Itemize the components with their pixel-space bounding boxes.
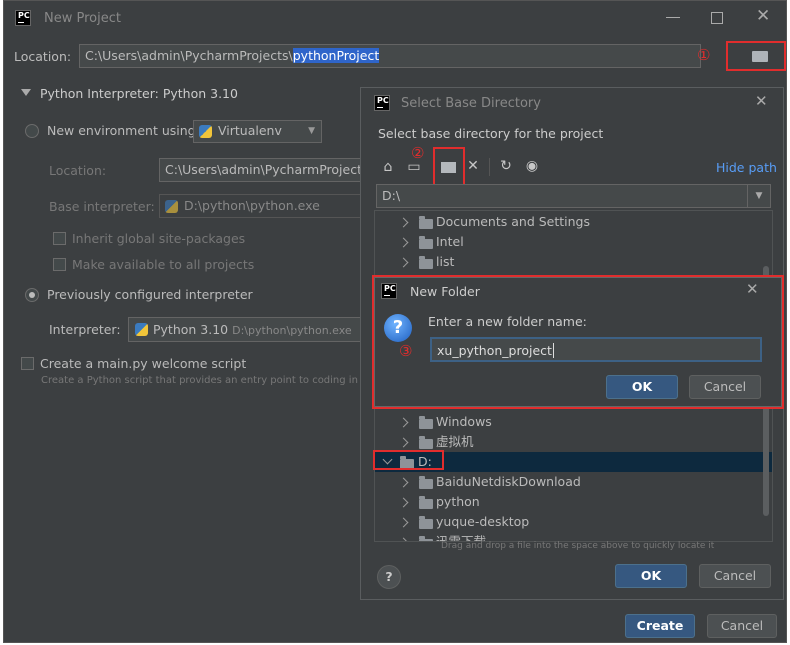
highlight-new-folder-dialog [372, 275, 784, 409]
location-prefix: C:\Users\admin\PycharmProjects\ [85, 48, 293, 63]
highlight-drive-d [373, 450, 444, 470]
new-env-radio[interactable] [25, 124, 39, 138]
pycharm-logo: PC [15, 10, 31, 26]
maximize-icon[interactable] [711, 12, 723, 24]
env-tool-value: Virtualenv [218, 123, 282, 138]
tree-item-label: Intel [436, 234, 464, 249]
inherit-checkbox[interactable] [53, 232, 66, 245]
tree-item[interactable]: yuque-desktop [375, 512, 772, 532]
tree-item[interactable]: python [375, 492, 772, 512]
show-hidden-icon[interactable]: ◉ [524, 158, 540, 174]
chevron-down-icon: ▼ [308, 126, 315, 136]
tree-item[interactable]: Intel [375, 232, 772, 252]
folder-icon [419, 416, 433, 429]
create-main-label: Create a main.py welcome script [40, 356, 247, 371]
base-interp-value: D:\python\python.exe [184, 198, 320, 213]
path-field[interactable]: D:\ ▼ [376, 184, 771, 208]
tree-item[interactable]: 虚拟机 [375, 432, 772, 452]
tree-item-label: python [436, 494, 480, 509]
folder-icon [419, 436, 433, 449]
window-title: New Project [44, 11, 121, 26]
folder-icon [419, 216, 433, 229]
chevron-right-icon [398, 257, 409, 268]
select-dir-ok-button[interactable]: OK [615, 564, 687, 588]
folder-icon [419, 496, 433, 509]
tree-item[interactable]: BaiduNetdiskDownload [375, 472, 772, 492]
tree-item-label: yuque-desktop [436, 514, 530, 529]
select-dir-description: Select base directory for the project [378, 126, 604, 141]
help-icon[interactable]: ? [377, 565, 401, 589]
section-expand-icon[interactable] [21, 89, 31, 96]
location-field[interactable]: C:\Users\admin\PycharmProjects\pythonPro… [79, 44, 701, 68]
chevron-down-icon[interactable]: ▼ [747, 185, 770, 207]
close-icon[interactable]: ✕ [755, 92, 768, 110]
chevron-right-icon [398, 517, 409, 528]
browse-folder-icon[interactable] [752, 51, 768, 62]
chevron-right-icon [398, 537, 409, 541]
interpreter-select[interactable]: Python 3.10 D:\python\python.exe [128, 317, 364, 342]
minimize-icon[interactable] [666, 17, 680, 18]
annotation-1: ① [697, 46, 711, 64]
new-folder-icon[interactable] [441, 162, 456, 173]
env-tool-select[interactable]: Virtualenv ▼ [193, 120, 322, 143]
inherit-label: Inherit global site-packages [72, 231, 246, 246]
close-icon[interactable]: ✕ [756, 6, 770, 26]
make-available-checkbox[interactable] [53, 258, 66, 271]
create-main-description: Create a Python script that provides an … [41, 375, 363, 386]
chevron-right-icon [398, 437, 409, 448]
folder-icon [419, 516, 433, 529]
folder-icon [419, 536, 433, 541]
location-label: Location: [14, 49, 72, 64]
refresh-icon[interactable]: ↻ [498, 158, 514, 174]
folder-icon [419, 256, 433, 269]
python-icon [199, 125, 212, 138]
python-icon [135, 323, 148, 336]
base-interp-label: Base interpreter: [49, 199, 155, 214]
chevron-right-icon [398, 217, 409, 228]
hide-path-link[interactable]: Hide path [716, 160, 777, 175]
tree-item-label: Documents and Settings [436, 214, 591, 229]
annotation-2: ② [411, 144, 425, 162]
tree-item-label: 虚拟机 [436, 434, 474, 449]
new-env-label: New environment using [47, 123, 196, 138]
interpreter-path: D:\python\python.exe [232, 324, 352, 337]
tree-item[interactable]: Windows [375, 412, 772, 432]
chevron-right-icon [398, 497, 409, 508]
tree-item-label: BaiduNetdiskDownload [436, 474, 581, 489]
delete-icon[interactable]: ✕ [465, 158, 481, 174]
interpreter-label: Interpreter: [49, 322, 121, 337]
sub-location-label: Location: [49, 163, 107, 178]
make-available-label: Make available to all projects [72, 257, 255, 272]
tree-item[interactable]: Documents and Settings [375, 212, 772, 232]
path-value: D:\ [382, 188, 401, 203]
chevron-right-icon [398, 417, 409, 428]
drag-hint: Drag and drop a file into the space abov… [441, 541, 715, 551]
tree-item-label: list [436, 254, 455, 269]
prev-config-label: Previously configured interpreter [47, 287, 253, 302]
home-icon[interactable]: ⌂ [380, 159, 396, 175]
tree-item-label: Windows [436, 414, 492, 429]
folder-icon [419, 476, 433, 489]
chevron-right-icon [398, 477, 409, 488]
folder-icon [419, 236, 433, 249]
chevron-right-icon [398, 237, 409, 248]
sub-location-field[interactable]: C:\Users\admin\PycharmProjects\p [159, 158, 364, 182]
toolbar-divider [489, 158, 490, 176]
prev-config-radio[interactable] [25, 288, 39, 302]
python-icon [165, 200, 178, 213]
select-dir-cancel-button[interactable]: Cancel [699, 564, 771, 588]
create-main-checkbox[interactable] [21, 357, 34, 370]
interpreter-value: Python 3.10 [153, 322, 229, 337]
base-interp-field[interactable]: D:\python\python.exe [159, 194, 364, 218]
create-button[interactable]: Create [625, 614, 695, 638]
main-cancel-button[interactable]: Cancel [707, 614, 777, 638]
pycharm-logo: PC [374, 95, 390, 111]
location-selected-text: pythonProject [292, 48, 380, 63]
select-dir-title: Select Base Directory [401, 96, 541, 111]
interpreter-section-title[interactable]: Python Interpreter: Python 3.10 [40, 86, 238, 101]
tree-item[interactable]: list [375, 252, 772, 272]
